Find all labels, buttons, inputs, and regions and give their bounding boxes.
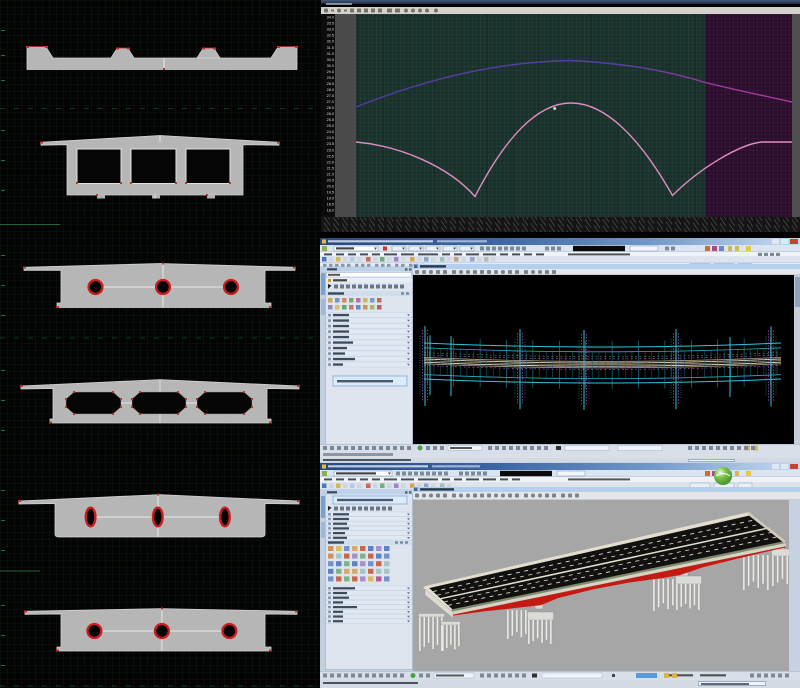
svg-text:23.5: 23.5 (327, 142, 334, 146)
svg-text:25.0: 25.0 (327, 124, 334, 128)
svg-text:19.0: 19.0 (327, 197, 334, 201)
svg-text:23.0: 23.0 (327, 148, 334, 152)
svg-text:32.0: 32.0 (327, 40, 334, 44)
svg-text:20.0: 20.0 (327, 184, 334, 188)
svg-text:19.5: 19.5 (327, 191, 334, 195)
svg-text:26.0: 26.0 (327, 112, 334, 116)
svg-text:29.5: 29.5 (327, 70, 334, 74)
svg-text:33.5: 33.5 (327, 22, 334, 26)
svg-text:32.5: 32.5 (327, 34, 334, 38)
svg-text:27.0: 27.0 (327, 100, 334, 104)
svg-text:18.5: 18.5 (327, 203, 334, 207)
svg-text:22.5: 22.5 (327, 154, 334, 158)
svg-text:30.0: 30.0 (327, 64, 334, 68)
svg-text:21.0: 21.0 (327, 172, 334, 176)
svg-text:21.5: 21.5 (327, 166, 334, 170)
svg-text:22.0: 22.0 (327, 160, 334, 164)
svg-text:26.5: 26.5 (327, 106, 334, 110)
svg-text:25.5: 25.5 (327, 118, 334, 122)
svg-text:24.5: 24.5 (327, 130, 334, 134)
svg-text:28.0: 28.0 (327, 88, 334, 92)
svg-text:34.0: 34.0 (327, 16, 334, 20)
svg-text:31.5: 31.5 (327, 46, 334, 50)
svg-text:30.5: 30.5 (327, 58, 334, 62)
svg-text:18.0: 18.0 (327, 209, 334, 213)
svg-text:31.0: 31.0 (327, 52, 334, 56)
svg-text:27.5: 27.5 (327, 94, 334, 98)
svg-text:20.5: 20.5 (327, 178, 334, 182)
svg-text:33.0: 33.0 (327, 28, 334, 32)
svg-text:28.5: 28.5 (327, 82, 334, 86)
svg-text:29.0: 29.0 (327, 76, 334, 80)
svg-text:24.0: 24.0 (327, 136, 334, 140)
